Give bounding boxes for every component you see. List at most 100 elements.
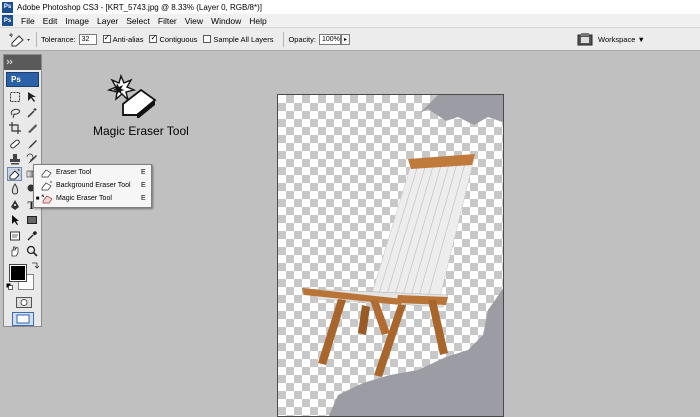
- quick-mask-icon: [20, 299, 28, 306]
- app-icon: Ps: [2, 1, 13, 13]
- sample-all-layers-checkbox[interactable]: Sample All Layers: [203, 35, 273, 44]
- zoom-tool[interactable]: [24, 244, 39, 258]
- stamp-icon: [9, 154, 20, 165]
- contiguous-checkbox[interactable]: Contiguous: [149, 33, 198, 44]
- chair-leg: [318, 299, 346, 365]
- eraser-tool-flyout-menu: Eraser Tool E Background Eraser Tool E ■…: [33, 164, 152, 208]
- anti-alias-checkbox[interactable]: Anti-alias: [102, 33, 144, 44]
- background-eraser-icon: [41, 180, 52, 190]
- separator: [36, 31, 37, 47]
- checkbox-checked-icon: [102, 33, 111, 43]
- crop-tool[interactable]: [7, 121, 22, 135]
- flyout-item-magic-eraser-tool[interactable]: ■ Magic Eraser Tool E: [34, 192, 151, 205]
- default-colors-icon[interactable]: [6, 283, 13, 290]
- opacity-label: Opacity:: [288, 34, 316, 44]
- opacity-input[interactable]: 100%: [318, 33, 341, 45]
- app-menu-icon[interactable]: Ps: [2, 15, 13, 26]
- eraser-icon: [9, 168, 20, 180]
- tool-preset-picker[interactable]: [8, 32, 32, 47]
- slice-tool[interactable]: [24, 121, 39, 135]
- notes-tool[interactable]: [7, 229, 22, 243]
- contiguous-label: Contiguous: [159, 34, 198, 44]
- note-icon: [9, 231, 20, 241]
- blur-tool[interactable]: [7, 182, 22, 196]
- magic-wand-tool[interactable]: [24, 106, 39, 120]
- flyout-item-eraser-tool[interactable]: Eraser Tool E: [34, 166, 151, 179]
- menu-help[interactable]: Help: [245, 16, 270, 26]
- screen-mode-icon: [16, 314, 30, 324]
- eraser-icon: [41, 169, 52, 177]
- checkbox-unchecked-icon: [203, 35, 212, 43]
- magic-eraser-icon: [9, 32, 30, 46]
- magic-eraser-large-icon: [107, 74, 157, 118]
- lasso-tool[interactable]: [7, 106, 22, 120]
- hand-tool[interactable]: [7, 244, 22, 258]
- workspace-button[interactable]: Workspace ▼: [598, 33, 645, 45]
- options-bar: Tolerance: 32 Anti-alias Contiguous Samp…: [0, 28, 700, 51]
- collapse-icon[interactable]: [6, 59, 16, 65]
- chair-leg: [358, 305, 370, 335]
- brush-tool[interactable]: [24, 137, 39, 151]
- pen-tool[interactable]: [7, 198, 22, 212]
- window-title: Adobe Photoshop CS3 - [KRT_5743.jpg @ 8.…: [17, 2, 262, 12]
- menu-window[interactable]: Window: [207, 16, 245, 26]
- menu-bar: Ps File Edit Image Layer Select Filter V…: [0, 14, 700, 28]
- gray-background-remnant: [420, 95, 503, 125]
- menu-image[interactable]: Image: [61, 16, 93, 26]
- tolerance-input[interactable]: 32: [78, 33, 97, 45]
- foreground-color-swatch[interactable]: [9, 264, 27, 282]
- opacity-slider-button[interactable]: ▸: [340, 33, 350, 45]
- chair-side-frame: [370, 300, 390, 335]
- flyout-item-background-eraser-tool[interactable]: Background Eraser Tool E: [34, 179, 151, 192]
- shortcut-key: E: [141, 169, 146, 176]
- sample-all-layers-label: Sample All Layers: [213, 34, 274, 44]
- move-tool[interactable]: [24, 90, 39, 104]
- toolbox-header[interactable]: [4, 55, 41, 70]
- eyedropper-tool[interactable]: [24, 229, 39, 243]
- flyout-label: Magic Eraser Tool: [56, 195, 112, 202]
- slice-icon: [27, 124, 37, 133]
- menu-select[interactable]: Select: [122, 16, 154, 26]
- eyedropper-icon: [27, 231, 37, 241]
- quick-mask-button[interactable]: [16, 297, 32, 308]
- swap-colors-icon[interactable]: [31, 261, 40, 269]
- brush-icon: [27, 140, 37, 149]
- healing-brush-tool[interactable]: [7, 137, 22, 151]
- bandage-icon: [9, 139, 20, 149]
- marquee-icon: [9, 92, 20, 102]
- separator: [283, 31, 285, 47]
- title-bar: Ps Adobe Photoshop CS3 - [KRT_5743.jpg @…: [0, 0, 700, 14]
- marquee-tool[interactable]: [7, 90, 22, 104]
- selected-bullet-icon: ■: [35, 195, 40, 202]
- menu-filter[interactable]: Filter: [154, 16, 181, 26]
- menu-layer[interactable]: Layer: [93, 16, 122, 26]
- menu-edit[interactable]: Edit: [39, 16, 62, 26]
- shortcut-key: E: [141, 195, 146, 202]
- chair-image: [302, 95, 503, 416]
- chair-leg: [428, 300, 448, 355]
- palette-well-icon[interactable]: [577, 32, 593, 46]
- path-selection-tool[interactable]: [7, 213, 22, 227]
- magic-eraser-icon: [41, 193, 53, 203]
- tool-caption: Magic Eraser Tool: [93, 124, 189, 138]
- magic-wand-icon: [26, 108, 36, 118]
- tolerance-label: Tolerance:: [41, 34, 76, 44]
- screen-mode-button[interactable]: [12, 312, 34, 326]
- eraser-tool[interactable]: [7, 167, 22, 181]
- move-icon: [27, 92, 36, 102]
- anti-alias-label: Anti-alias: [112, 34, 144, 44]
- rectangle-shape-icon: [26, 216, 37, 224]
- shape-tool[interactable]: [24, 213, 39, 227]
- crop-icon: [8, 122, 21, 134]
- document-canvas[interactable]: [277, 94, 504, 417]
- flyout-label: Eraser Tool: [56, 169, 92, 176]
- zoom-icon: [26, 245, 38, 257]
- drop-icon: [11, 183, 18, 195]
- ps-logo[interactable]: Ps: [6, 72, 39, 87]
- shortcut-key: E: [141, 182, 146, 189]
- menu-view[interactable]: View: [181, 16, 207, 26]
- chair-back-cords: [369, 158, 475, 306]
- clone-stamp-tool[interactable]: [7, 152, 22, 166]
- menu-file[interactable]: File: [17, 16, 39, 26]
- lasso-icon: [10, 108, 20, 119]
